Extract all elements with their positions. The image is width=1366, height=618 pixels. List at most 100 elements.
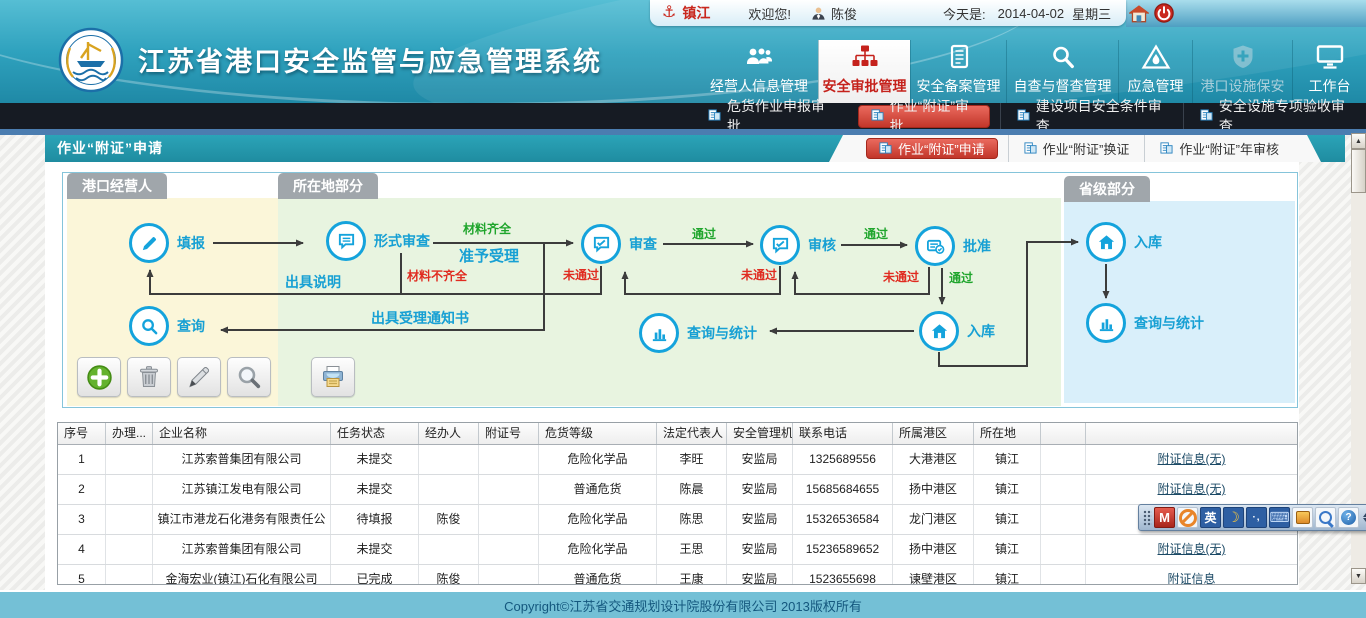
ime-toolbar[interactable]: M 英 ☽ ·, ⌨ ? bbox=[1138, 504, 1366, 531]
page-tabs: 作业“附证”申请 作业“附证”换证 作业“附证”年审核 bbox=[829, 135, 1321, 162]
page-footer: Copyright©江苏省交通规划设计院股份有限公司 2013版权所有 bbox=[0, 590, 1366, 618]
port-system-logo bbox=[58, 27, 124, 93]
cell-cert-info: 附证信息(无) bbox=[1086, 475, 1297, 504]
people-icon bbox=[743, 44, 775, 70]
tab-label: 作业“附证”年审核 bbox=[1179, 139, 1279, 158]
add-button[interactable] bbox=[77, 357, 121, 397]
tab-cert-renew[interactable]: 作业“附证”换证 bbox=[1008, 135, 1145, 162]
tools-icon[interactable] bbox=[1292, 507, 1313, 528]
table-row[interactable]: 2 江苏镇江发电有限公司 未提交 普通危货 陈晨 安监局 15685684655… bbox=[58, 475, 1297, 505]
flow-node-label: 查询与统计 bbox=[687, 323, 757, 343]
moon-icon[interactable]: ☽ bbox=[1223, 507, 1244, 528]
cell-operator bbox=[419, 445, 479, 474]
nav-tab-label: 工作台 bbox=[1309, 76, 1351, 96]
document-icon bbox=[1200, 108, 1213, 124]
column-header-extra bbox=[1041, 423, 1086, 444]
column-header-cargo-level: 危货等级 bbox=[539, 423, 657, 444]
lang-icon[interactable]: 英 bbox=[1200, 507, 1221, 528]
column-header-status: 任务状态 bbox=[331, 423, 419, 444]
flow-node-label: 入库 bbox=[1134, 232, 1162, 252]
search-button[interactable] bbox=[227, 357, 271, 397]
print-button[interactable] bbox=[311, 357, 355, 397]
cell-company: 江苏索普集团有限公司 bbox=[153, 445, 331, 474]
edit-button[interactable] bbox=[177, 357, 221, 397]
collapse-icon[interactable] bbox=[1361, 507, 1366, 528]
column-header-phone: 联系电话 bbox=[793, 423, 893, 444]
workflow-diagram: 港口经营人 所在地部分 省级部分 bbox=[62, 172, 1298, 408]
nav-tab-workbench[interactable]: 工作台 bbox=[1292, 40, 1366, 103]
comment-check-icon bbox=[760, 225, 800, 265]
edge-label-materials-complete: 材料齐全 bbox=[463, 220, 511, 237]
cell-status: 待填报 bbox=[331, 505, 419, 534]
record-toolbar bbox=[77, 357, 355, 397]
ban-icon[interactable] bbox=[1177, 507, 1198, 528]
pencil-icon bbox=[129, 223, 169, 263]
search-icon[interactable] bbox=[1315, 507, 1336, 528]
table-row[interactable]: 5 金海宏业(镇江)石化有限公司 已完成 陈俊 普通危货 王康 安监局 1523… bbox=[58, 565, 1297, 585]
warning-flame-icon bbox=[1140, 44, 1172, 70]
flow-node-label: 形式审查 bbox=[374, 231, 430, 251]
orgchart-icon bbox=[849, 44, 881, 70]
delete-button[interactable] bbox=[127, 357, 171, 397]
subnav-item-dangerous-cargo-approval[interactable]: 危货作业申报审批 bbox=[692, 103, 848, 129]
cell-operator: 陈俊 bbox=[419, 505, 479, 534]
edge-label-fail-2: 未通过 bbox=[741, 266, 777, 283]
punctuation-icon[interactable]: ·, bbox=[1246, 507, 1267, 528]
flow-node-label: 入库 bbox=[967, 321, 995, 341]
table-row[interactable]: 4 江苏索普集团有限公司 未提交 危险化学品 王思 安监局 1523658965… bbox=[58, 535, 1297, 565]
logout-button[interactable] bbox=[1154, 3, 1174, 23]
cell-cert-info: 附证信息(无) bbox=[1086, 445, 1297, 474]
cell-cargo-level: 普通危货 bbox=[539, 475, 657, 504]
scroll-down-button[interactable]: ▼ bbox=[1351, 568, 1366, 584]
subnav-item-construction-review[interactable]: 建设项目安全条件审查 bbox=[1000, 103, 1183, 129]
flow-node-stats-provincial: 查询与统计 bbox=[1086, 303, 1204, 343]
table-row[interactable]: 3 镇江市港龙石化港务有限责任公 待填报 陈俊 危险化学品 陈思 安监局 153… bbox=[58, 505, 1297, 535]
topbar-info-card: ⚓ 镇江 欢迎您! 陈俊 今天是: 2014-04-02 星期三 bbox=[650, 0, 1126, 26]
cert-info-link[interactable]: 附证信息(无) bbox=[1158, 452, 1226, 466]
comment-icon bbox=[326, 221, 366, 261]
nav-tab-self-inspection[interactable]: 自查与督查管理 bbox=[1006, 40, 1118, 103]
nav-tab-safety-approval[interactable]: 安全审批管理 bbox=[818, 40, 910, 103]
nav-tab-port-security[interactable]: 港口设施保安 bbox=[1192, 40, 1292, 103]
nav-tab-label: 应急管理 bbox=[1128, 76, 1184, 96]
ime-logo[interactable]: M bbox=[1154, 507, 1175, 528]
nav-tab-emergency[interactable]: 应急管理 bbox=[1118, 40, 1192, 103]
cert-info-link[interactable]: 附证信息 bbox=[1167, 572, 1215, 585]
flow-node-label: 审核 bbox=[808, 235, 836, 255]
weekday-value: 星期三 bbox=[1072, 4, 1111, 23]
table-row[interactable]: 1 江苏索普集团有限公司 未提交 危险化学品 李旺 安监局 1325689556… bbox=[58, 445, 1297, 475]
keyboard-icon[interactable]: ⌨ bbox=[1269, 507, 1290, 528]
subnav-item-attached-cert-approval[interactable]: 作业“附证”审批 bbox=[858, 105, 990, 128]
cert-info-link[interactable]: 附证信息(无) bbox=[1158, 482, 1226, 496]
cell-seq: 1 bbox=[58, 445, 106, 474]
cell-legal-rep: 王康 bbox=[657, 565, 727, 585]
app-header: 江苏省港口安全监管与应急管理系统 ⚓ 镇江 欢迎您! 陈俊 今天是: 2014-… bbox=[0, 0, 1366, 103]
home-button[interactable] bbox=[1129, 4, 1149, 23]
section-label-port-operator: 港口经营人 bbox=[67, 173, 167, 199]
help-icon[interactable]: ? bbox=[1338, 507, 1359, 528]
nav-tab-label: 安全审批管理 bbox=[823, 76, 907, 96]
cell-cert-info: 附证信息 bbox=[1086, 565, 1297, 585]
scroll-up-button[interactable]: ▲ bbox=[1351, 133, 1366, 149]
nav-tab-operator-info[interactable]: 经营人信息管理 bbox=[700, 40, 818, 103]
nav-tab-label: 自查与督查管理 bbox=[1014, 76, 1112, 96]
cell-cargo-level: 危险化学品 bbox=[539, 535, 657, 564]
shield-icon bbox=[1227, 44, 1259, 70]
column-header-company: 企业名称 bbox=[153, 423, 331, 444]
trash-icon bbox=[136, 364, 162, 390]
column-header-port-area: 所属港区 bbox=[893, 423, 974, 444]
subnav-item-facility-acceptance[interactable]: 安全设施专项验收审查 bbox=[1183, 103, 1366, 129]
cell-cert-no bbox=[479, 475, 539, 504]
system-title: 江苏省港口安全监管与应急管理系统 bbox=[138, 40, 602, 79]
tab-cert-apply[interactable]: 作业“附证”申请 bbox=[866, 138, 998, 159]
cell-location: 镇江 bbox=[974, 445, 1041, 474]
scroll-thumb[interactable] bbox=[1351, 149, 1366, 193]
magnifier-icon bbox=[1047, 44, 1079, 70]
cell-cert-no bbox=[479, 565, 539, 585]
cert-info-link[interactable]: 附证信息(无) bbox=[1158, 542, 1226, 556]
tab-cert-annual-review[interactable]: 作业“附证”年审核 bbox=[1144, 135, 1294, 162]
drag-handle[interactable] bbox=[1143, 510, 1152, 526]
cell-cert-no bbox=[479, 505, 539, 534]
main-navigation: 经营人信息管理 安全审批管理 安全备案管理 bbox=[700, 40, 1366, 103]
nav-tab-safety-record[interactable]: 安全备案管理 bbox=[910, 40, 1006, 103]
